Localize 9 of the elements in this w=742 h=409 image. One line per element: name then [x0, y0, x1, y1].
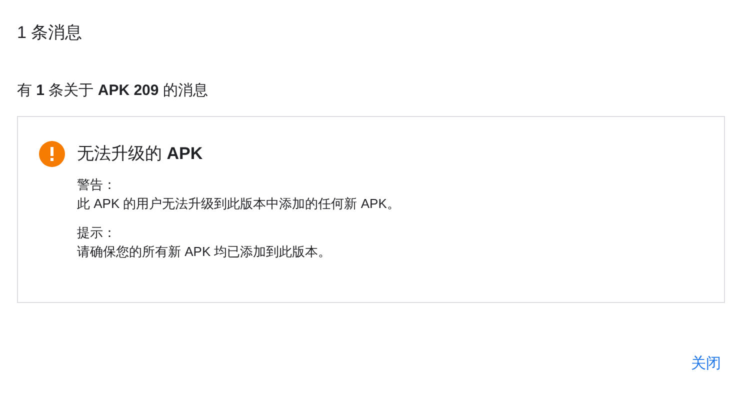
- summary-text: 有 1 条关于 APK 209 的消息: [17, 81, 209, 101]
- section-text: 请确保您的所有新 APK 均已添加到此版本。: [77, 243, 332, 261]
- close-button[interactable]: 关闭: [688, 351, 724, 378]
- section-label: 提示：: [77, 224, 117, 242]
- section-label: 警告：: [77, 176, 117, 194]
- section-text: 此 APK 的用户无法升级到此版本中添加的任何新 APK。: [77, 195, 400, 213]
- message-heading: 无法升级的 APK: [77, 143, 204, 165]
- dialog-title: 1 条消息: [17, 22, 84, 44]
- warning-icon: [39, 141, 65, 167]
